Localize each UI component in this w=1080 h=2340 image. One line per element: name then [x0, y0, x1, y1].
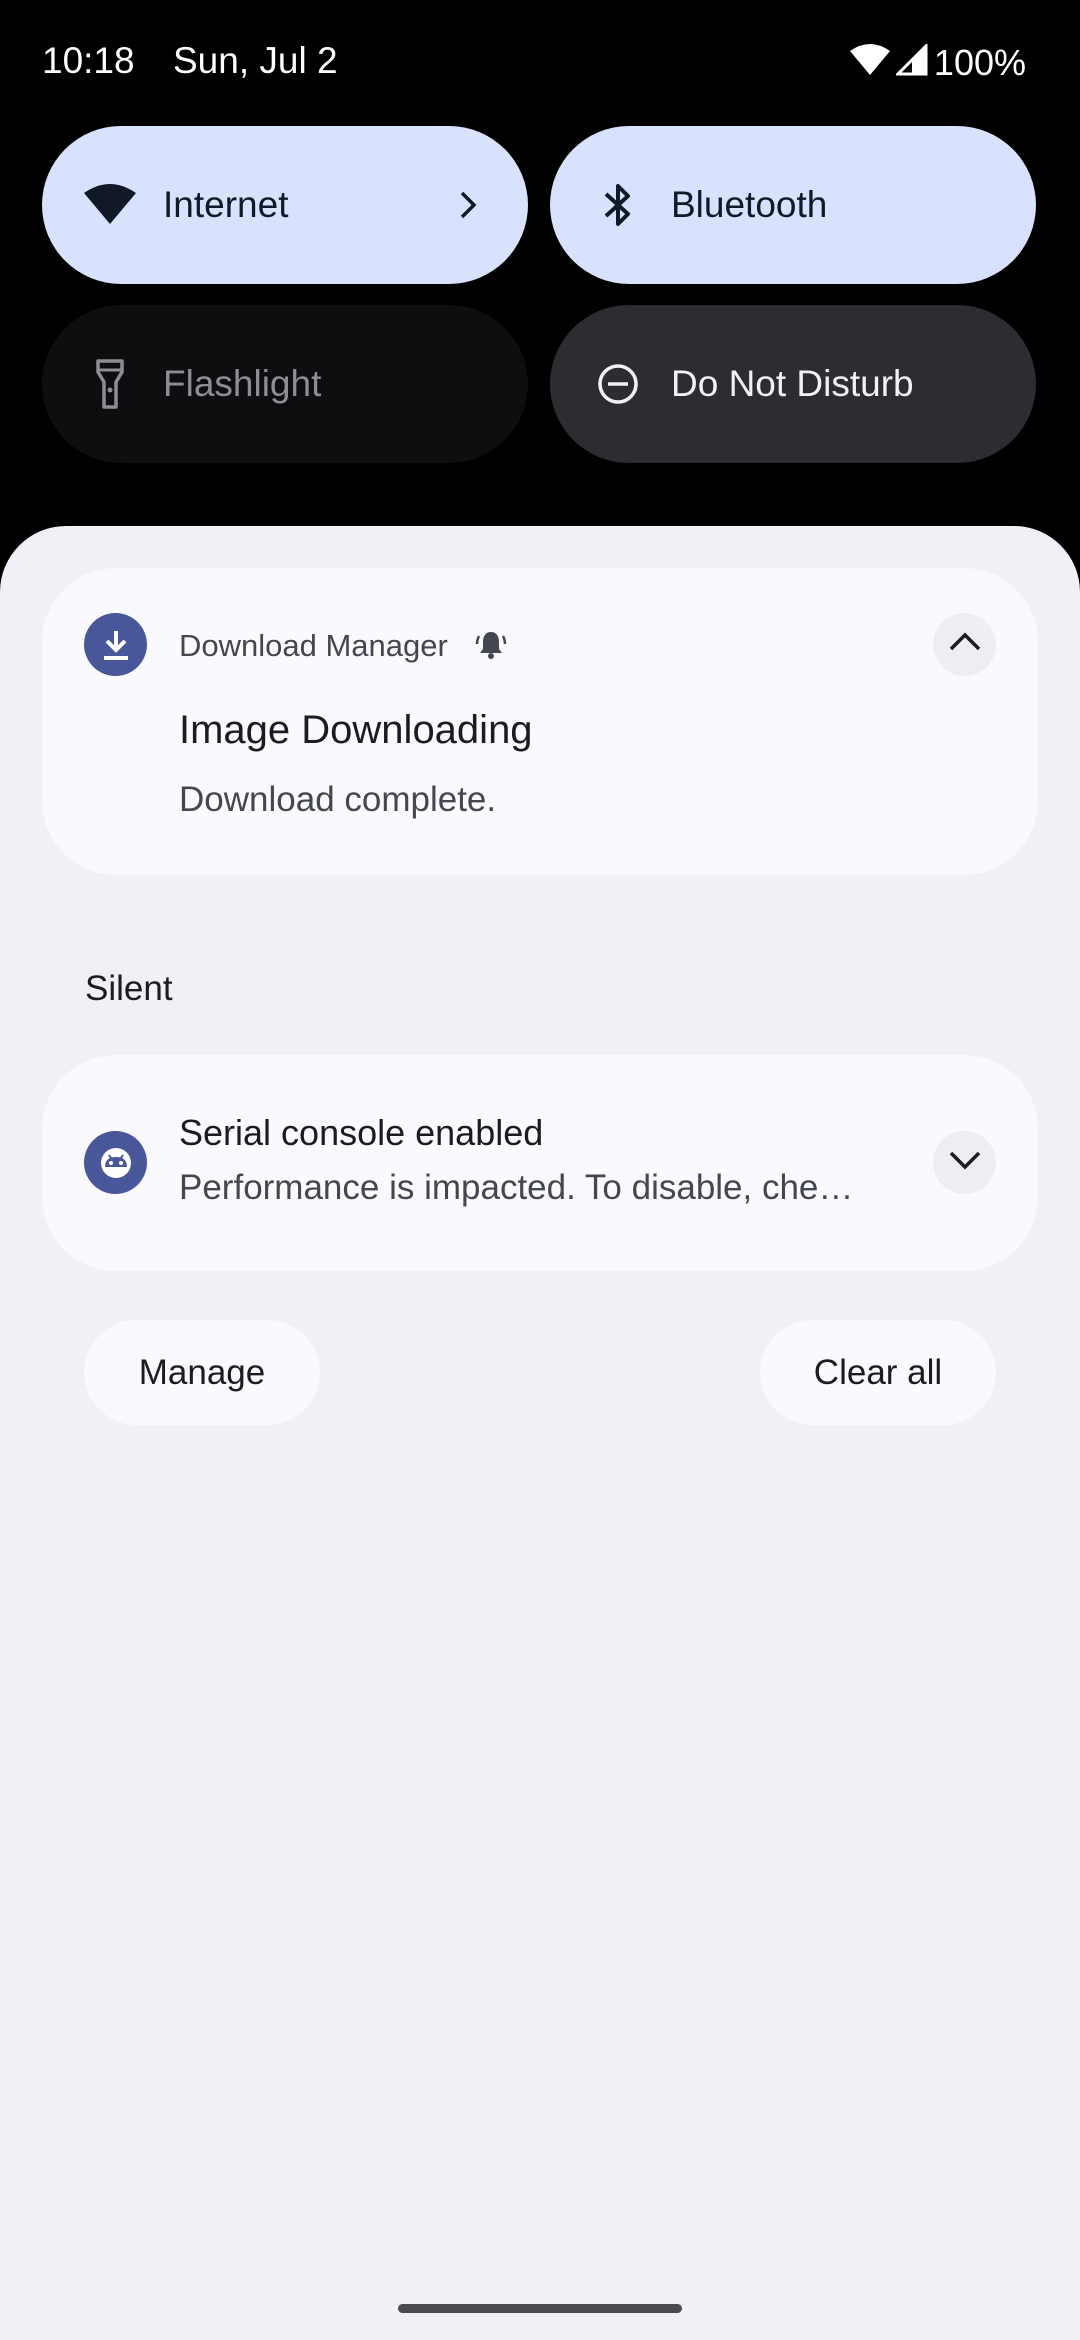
tile-label: Internet: [163, 184, 289, 225]
battery-level: 100%: [933, 42, 1026, 83]
bluetooth-icon: [590, 177, 646, 233]
notification-title: Serial console enabled: [179, 1112, 544, 1153]
tile-bluetooth[interactable]: Bluetooth: [550, 126, 1036, 284]
silent-section-header: Silent: [85, 969, 173, 1008]
notification-panel: Download Manager Image Downloading Downl…: [0, 526, 1080, 2340]
clear-all-button[interactable]: Clear all: [760, 1320, 996, 1425]
notification-app-name: Download Manager: [179, 628, 448, 663]
tile-label: Do Not Disturb: [671, 363, 914, 404]
android-icon: [84, 1131, 147, 1194]
tile-do-not-disturb[interactable]: Do Not Disturb: [550, 305, 1036, 463]
tile-flashlight[interactable]: Flashlight: [42, 305, 528, 463]
chevron-up-icon: [948, 631, 982, 658]
notification-download[interactable]: Download Manager Image Downloading Downl…: [42, 568, 1038, 875]
home-indicator[interactable]: [398, 2304, 682, 2313]
status-time: 10:18: [42, 40, 135, 81]
tile-internet[interactable]: Internet: [42, 126, 528, 284]
notification-serial-console[interactable]: Serial console enabled Performance is im…: [42, 1055, 1038, 1271]
notification-text: Performance is impacted. To disable, che…: [179, 1168, 854, 1207]
tile-label: Flashlight: [163, 363, 322, 404]
do-not-disturb-icon: [590, 356, 646, 412]
cell-signal-icon: [894, 42, 928, 81]
notification-shade-screen: 10:18 Sun, Jul 2 100% Internet Bluetooth: [0, 0, 1080, 2340]
flashlight-icon: [82, 356, 138, 412]
status-date: Sun, Jul 2: [173, 40, 338, 81]
wifi-icon: [850, 44, 890, 81]
notification-title: Image Downloading: [179, 708, 533, 752]
expand-button[interactable]: [933, 1131, 996, 1194]
status-icons: [850, 42, 928, 81]
chevron-down-icon: [948, 1149, 982, 1176]
wifi-icon: [82, 177, 138, 233]
collapse-button[interactable]: [933, 613, 996, 676]
download-icon: [84, 613, 147, 676]
chevron-right-icon[interactable]: [450, 187, 486, 223]
tile-label: Bluetooth: [671, 184, 828, 225]
manage-button[interactable]: Manage: [84, 1320, 320, 1425]
alerting-bell-icon: [474, 628, 508, 662]
status-bar: 10:18 Sun, Jul 2 100%: [0, 0, 1080, 126]
notification-text: Download complete.: [179, 780, 497, 819]
